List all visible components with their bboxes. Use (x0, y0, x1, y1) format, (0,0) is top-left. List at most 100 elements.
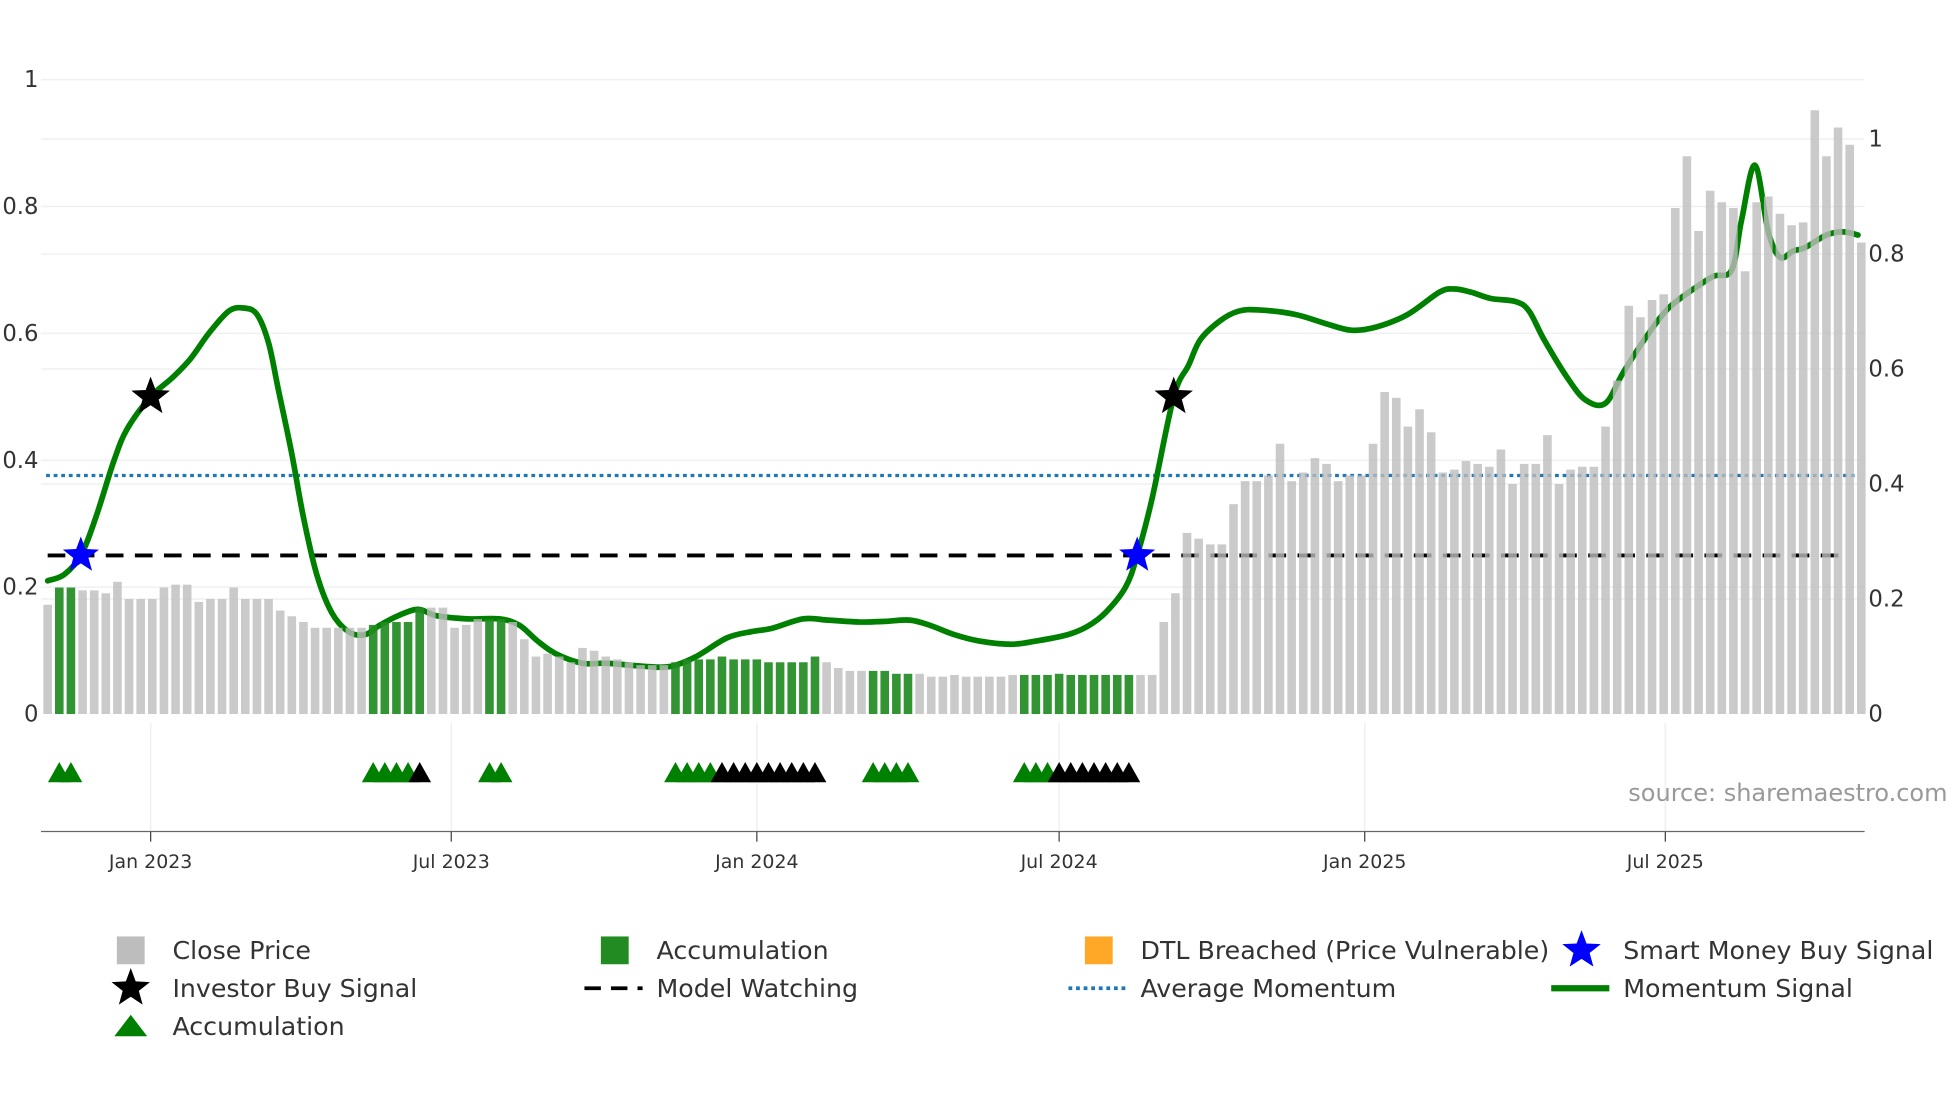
close-price-bar (1775, 213, 1785, 715)
close-price-bar (287, 616, 297, 715)
legend-dtl-breached-price-vulnerable-label: DTL Breached (Price Vulnerable) (1140, 936, 1549, 965)
accumulation-bar (1043, 674, 1052, 715)
close-price-bar (1217, 544, 1227, 715)
close-price-bar (845, 670, 855, 715)
close-price-bar (1357, 475, 1366, 715)
accumulation-bar (415, 607, 424, 715)
close-price-bar (566, 662, 576, 715)
close-price-bar (996, 676, 1006, 715)
close-price-bar (1833, 127, 1843, 715)
close-price-bar (1636, 317, 1645, 715)
legend-investor-buy-signal-label: Investor Buy Signal (172, 974, 417, 1003)
close-price-bar (1787, 225, 1796, 715)
close-price-bar (252, 599, 262, 715)
accumulation-bar (1031, 674, 1041, 715)
close-price-bar (1729, 208, 1738, 715)
close-price-bar (1694, 231, 1703, 715)
y-right-tick-label: 0 (1868, 702, 1882, 728)
close-price-bar (299, 622, 308, 715)
close-price-bar (194, 601, 204, 715)
close-price-bar (601, 656, 611, 715)
accumulation-bar (485, 619, 494, 715)
close-price-bar (1205, 544, 1215, 715)
accumulation-bar (496, 619, 506, 715)
close-price-bar (1554, 484, 1564, 715)
close-price-bar (1403, 426, 1413, 715)
accumulation-bar (740, 659, 750, 715)
close-price-bar (206, 599, 215, 715)
close-price-bar (1391, 397, 1401, 715)
legend-accumulation-triangle-icon (114, 1014, 148, 1037)
y-left-tick-label: 0.6 (2, 321, 38, 347)
legend-close-price-swatch (116, 936, 145, 965)
close-price-bar (182, 584, 192, 715)
legend-close-price-label: Close Price (172, 936, 311, 965)
close-price-bar (1531, 463, 1541, 715)
legend-dtl-breached-price-vulnerable-swatch (1084, 936, 1113, 965)
y-right-tick-label: 0.6 (1868, 357, 1904, 383)
close-price-bar (833, 668, 843, 715)
close-price-bar (926, 676, 936, 715)
close-price-bar (1577, 466, 1587, 715)
close-price-bar (1566, 469, 1575, 715)
close-price-bar (1333, 481, 1343, 715)
close-price-bar (334, 627, 343, 715)
close-price-bar (659, 665, 669, 715)
close-price-bar (43, 604, 52, 715)
close-price-bar (1705, 190, 1715, 715)
legend-momentum-signal-label: Momentum Signal (1623, 974, 1853, 1003)
close-price-bar (1659, 294, 1668, 715)
y-right-tick-label: 1 (1868, 127, 1882, 153)
close-price-bar (1275, 443, 1285, 715)
accumulation-bar (380, 622, 390, 715)
close-price-bar (427, 607, 436, 715)
close-price-bar (1415, 409, 1424, 715)
close-price-bar (1798, 222, 1808, 715)
close-price-bar (1426, 432, 1436, 715)
close-price-bar (473, 619, 483, 715)
close-price-bar (1368, 443, 1378, 715)
close-price-bar (1380, 392, 1389, 715)
close-price-bar (217, 599, 227, 715)
close-price-bar (1764, 196, 1773, 715)
x-tick-label: Jan 2024 (714, 851, 798, 873)
accumulation-bar (671, 662, 680, 715)
close-price-bar (322, 627, 331, 715)
close-price-bar (578, 647, 587, 715)
accumulation-bar (775, 662, 785, 715)
close-price-bar (647, 665, 657, 715)
close-price-bar (1298, 472, 1308, 715)
y-left-tick-label: 0 (24, 702, 38, 728)
x-tick-label: Jan 2023 (108, 851, 192, 873)
close-price-bar (973, 676, 983, 715)
signal-markers (62, 376, 1193, 571)
accumulation-bar (1101, 674, 1110, 715)
close-price-bar (171, 584, 180, 715)
close-price-bar (438, 607, 448, 715)
close-price-bar (1508, 484, 1517, 715)
close-price-bar (89, 590, 99, 715)
accumulation-bar (868, 670, 878, 715)
close-price-bar (1008, 674, 1017, 715)
accumulation-bar (717, 656, 727, 715)
close-price-bar (624, 662, 634, 715)
close-price-bar (101, 593, 111, 715)
close-price-bar (1252, 481, 1262, 715)
accumulation-bar (1124, 674, 1134, 715)
x-tick-label: Jan 2025 (1322, 851, 1406, 873)
close-price-bar (1438, 472, 1448, 715)
close-price-bar (1717, 202, 1727, 715)
legend-investor-buy-signal-star-icon (111, 968, 150, 1005)
close-price-bar (1182, 532, 1192, 715)
close-price-bar (241, 599, 250, 715)
close-price-bar (1845, 144, 1854, 715)
accumulation-bar (694, 659, 704, 715)
close-price-bar (508, 622, 518, 715)
accumulation-bar (1112, 674, 1122, 715)
x-tick-label: Jul 2025 (1626, 851, 1704, 873)
close-price-bar (1647, 300, 1657, 715)
close-price-bar (1147, 674, 1157, 715)
legend-average-momentum-label: Average Momentum (1140, 974, 1396, 1003)
close-price-bar (554, 656, 564, 715)
close-price-bar (136, 599, 145, 715)
